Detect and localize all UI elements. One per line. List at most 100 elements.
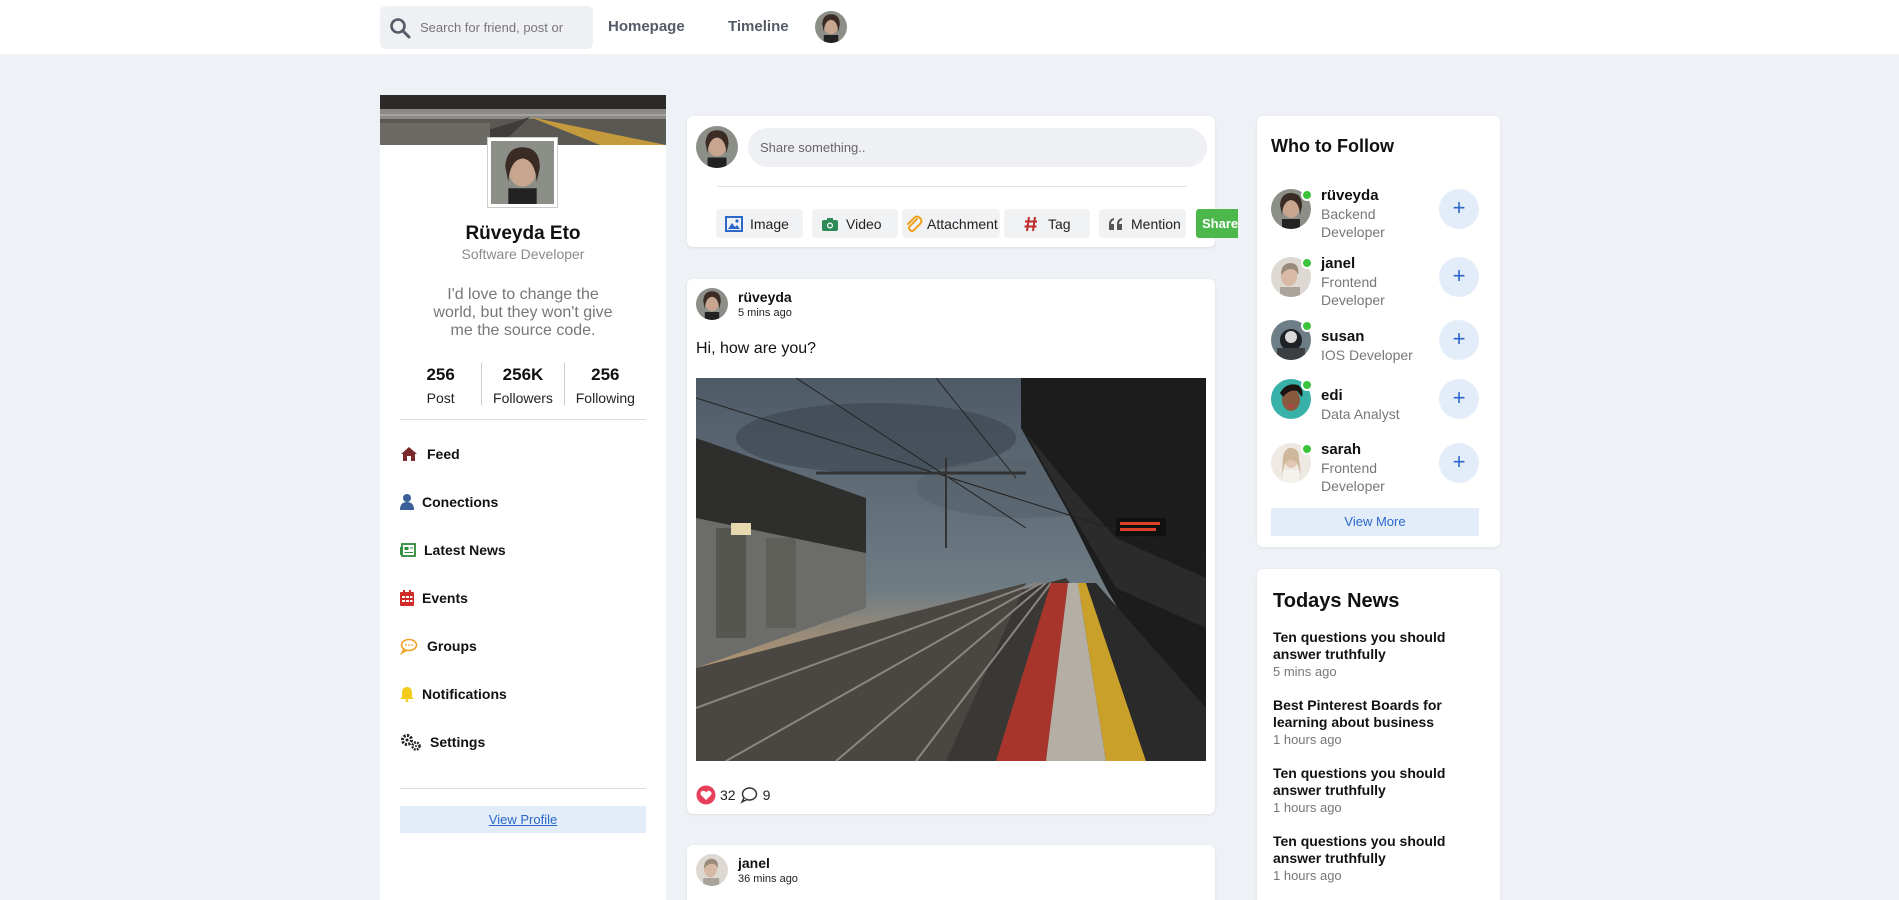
profile-stats: 256 Post 256K Followers 256 Following bbox=[400, 363, 646, 406]
post-author-name[interactable]: janel bbox=[738, 855, 770, 871]
news-item[interactable]: Ten questions you should answer truthful… bbox=[1273, 833, 1473, 883]
sidebar-item-label: Conections bbox=[422, 494, 499, 510]
news-headline: Ten questions you should answer truthful… bbox=[1273, 629, 1446, 662]
share-submit-button[interactable]: Share bbox=[1196, 209, 1238, 238]
follow-avatar[interactable] bbox=[1271, 189, 1313, 229]
video-button[interactable]: Video bbox=[812, 209, 898, 238]
divider bbox=[400, 419, 646, 420]
post-timestamp: 5 mins ago bbox=[738, 307, 792, 319]
like-count: 32 bbox=[720, 787, 736, 803]
news-time: 1 hours ago bbox=[1273, 800, 1342, 815]
sidebar-item-conections[interactable]: Conections bbox=[400, 478, 646, 526]
follow-name[interactable]: rüveyda bbox=[1321, 187, 1379, 204]
post-author-name[interactable]: rüveyda bbox=[738, 289, 792, 305]
profile-role: Software Developer bbox=[461, 246, 585, 262]
follow-avatar[interactable] bbox=[1271, 443, 1313, 483]
follow-name[interactable]: janel bbox=[1321, 255, 1355, 272]
online-indicator bbox=[1301, 320, 1313, 332]
post-author-avatar[interactable] bbox=[696, 854, 728, 886]
follow-avatar[interactable] bbox=[1271, 257, 1313, 297]
attachment-button[interactable]: Attachment bbox=[902, 209, 1000, 238]
sidebar-item-latest-news[interactable]: Latest News bbox=[400, 526, 646, 574]
divider bbox=[717, 186, 1187, 187]
sidebar-item-label: Events bbox=[422, 590, 468, 606]
news-item[interactable]: Ten questions you should answer truthful… bbox=[1273, 765, 1473, 815]
stat-following: 256 Following bbox=[563, 363, 646, 406]
profile-name: Rüveyda Eto bbox=[465, 223, 581, 244]
todays-news-title: Todays News bbox=[1273, 590, 1400, 612]
news-headline: Ten questions you should answer truthful… bbox=[1273, 765, 1446, 798]
sidebar-item-label: Latest News bbox=[424, 542, 506, 558]
user-icon bbox=[400, 494, 414, 510]
bell-icon bbox=[400, 687, 414, 702]
profile-card: Rüveyda Eto Software Developer I'd love … bbox=[380, 95, 666, 900]
comment-icon[interactable] bbox=[739, 786, 758, 804]
follow-role: Backend Developer bbox=[1321, 206, 1385, 240]
comment-count: 9 bbox=[762, 787, 771, 803]
nav-timeline-link[interactable]: Timeline bbox=[728, 18, 789, 35]
follow-add-button[interactable]: + bbox=[1439, 320, 1479, 360]
gears-icon bbox=[401, 734, 421, 751]
calendar-icon bbox=[400, 590, 414, 606]
mention-button[interactable]: Mention bbox=[1099, 209, 1186, 238]
follow-add-button[interactable]: + bbox=[1439, 379, 1479, 419]
follow-avatar[interactable] bbox=[1271, 320, 1313, 360]
sidebar-item-events[interactable]: Events bbox=[400, 574, 646, 622]
stat-followers: 256K Followers bbox=[481, 363, 563, 406]
sidebar-item-notifications[interactable]: Notifications bbox=[400, 670, 646, 718]
news-item[interactable]: Best Pinterest Boards for learning about… bbox=[1273, 697, 1473, 747]
view-more-button[interactable]: View More bbox=[1271, 508, 1479, 536]
follow-name[interactable]: susan bbox=[1321, 328, 1364, 345]
tag-button[interactable]: Tag bbox=[1004, 209, 1090, 238]
follow-add-button[interactable]: + bbox=[1439, 189, 1479, 229]
follow-add-button[interactable]: + bbox=[1439, 443, 1479, 483]
search-box[interactable] bbox=[380, 6, 593, 49]
news-time: 1 hours ago bbox=[1273, 868, 1342, 883]
news-time: 5 mins ago bbox=[1273, 664, 1337, 679]
follow-name[interactable]: edi bbox=[1321, 387, 1343, 404]
share-input[interactable] bbox=[748, 128, 1207, 167]
post-author-avatar[interactable] bbox=[696, 288, 728, 320]
profile-bio: I'd love to change the world, but they w… bbox=[433, 286, 613, 339]
hashtag-icon bbox=[1024, 216, 1037, 231]
sidebar-item-label: Feed bbox=[427, 446, 460, 462]
follow-role: Frontend Developer bbox=[1321, 460, 1385, 494]
post-image[interactable] bbox=[696, 378, 1206, 761]
follow-role: Data Analyst bbox=[1321, 406, 1400, 422]
sidebar-item-feed[interactable]: Feed bbox=[400, 430, 646, 478]
sidebar-item-settings[interactable]: Settings bbox=[400, 718, 646, 766]
home-icon bbox=[401, 447, 417, 461]
sidebar-item-label: Groups bbox=[427, 638, 477, 654]
search-icon bbox=[390, 18, 411, 39]
follow-role: Frontend Developer bbox=[1321, 274, 1385, 308]
follow-name[interactable]: sarah bbox=[1321, 441, 1361, 458]
nav-homepage-link[interactable]: Homepage bbox=[608, 18, 685, 35]
news-headline: Ten questions you should answer truthful… bbox=[1273, 833, 1446, 866]
tag-button-label: Tag bbox=[1048, 215, 1071, 232]
sidebar-item-label: Settings bbox=[430, 734, 486, 750]
quote-icon bbox=[1109, 217, 1122, 230]
user-avatar bbox=[696, 126, 738, 168]
online-indicator bbox=[1301, 257, 1313, 269]
search-input[interactable] bbox=[420, 6, 588, 49]
who-to-follow-card: Who to Follow rüveyda Backend Developer … bbox=[1257, 116, 1500, 547]
todays-news-card: Todays News Ten questions you should ans… bbox=[1257, 569, 1500, 900]
online-indicator bbox=[1301, 379, 1313, 391]
video-button-label: Video bbox=[846, 215, 882, 232]
camera-icon bbox=[822, 217, 838, 231]
follow-avatar[interactable] bbox=[1271, 379, 1313, 419]
divider bbox=[400, 788, 646, 789]
view-profile-link[interactable]: View Profile bbox=[400, 806, 646, 833]
share-box: Image Video Attachment Tag Mention bbox=[687, 116, 1215, 247]
post-stats: 32 9 bbox=[696, 785, 770, 805]
stat-label: Following bbox=[575, 390, 635, 406]
user-avatar[interactable] bbox=[815, 11, 847, 43]
stat-value: 256K bbox=[502, 365, 544, 384]
news-item[interactable]: Ten questions you should answer truthful… bbox=[1273, 629, 1473, 679]
heart-icon[interactable] bbox=[696, 785, 716, 805]
sidebar-item-groups[interactable]: Groups bbox=[400, 622, 646, 670]
follow-add-button[interactable]: + bbox=[1439, 257, 1479, 297]
post-card: janel 36 mins ago bbox=[687, 845, 1215, 900]
chat-bubbles-icon bbox=[400, 638, 418, 655]
image-button[interactable]: Image bbox=[716, 209, 803, 238]
